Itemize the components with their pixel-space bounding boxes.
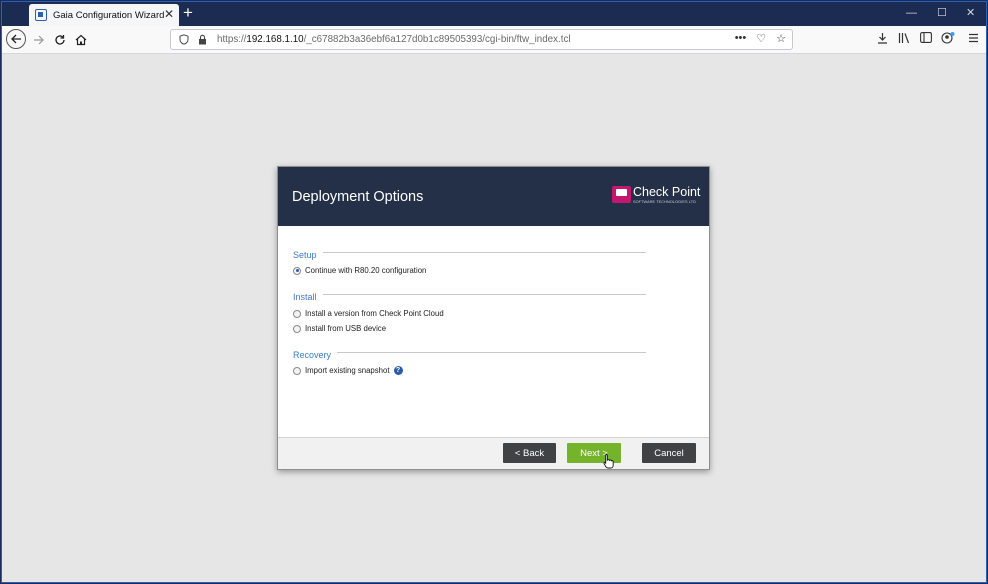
navigation-toolbar: https://192.168.1.10/_c67882b3a36ebf6a12… xyxy=(2,26,986,54)
address-bar[interactable]: https://192.168.1.10/_c67882b3a36ebf6a12… xyxy=(170,29,793,50)
hand-cursor-icon xyxy=(603,453,614,469)
section-divider xyxy=(293,352,646,353)
library-icon[interactable] xyxy=(898,32,911,47)
option-label: Import existing snapshot xyxy=(305,366,390,375)
option-continue-configuration[interactable]: Continue with R80.20 configuration xyxy=(293,266,426,275)
section-setup: Setup xyxy=(293,245,646,260)
reload-button[interactable] xyxy=(50,30,70,50)
help-icon[interactable]: ? xyxy=(393,366,403,375)
home-button[interactable] xyxy=(71,30,91,50)
back-button[interactable] xyxy=(6,29,26,49)
bookmark-star-icon[interactable]: ☆ xyxy=(776,32,786,45)
dialog-body: Setup Continue with R80.20 configuration… xyxy=(278,226,709,438)
downloads-icon[interactable] xyxy=(877,32,888,47)
account-icon[interactable] xyxy=(941,32,955,47)
back-button[interactable]: < Back xyxy=(503,443,556,463)
check-point-logo: Check Point SOFTWARE TECHNOLOGIES LTD xyxy=(612,186,700,204)
browser-window: Gaia Configuration Wizard ✕ + — ☐ ✕ http xyxy=(1,1,987,583)
new-tab-button[interactable]: + xyxy=(183,3,193,23)
tab-title: Gaia Configuration Wizard xyxy=(53,9,165,21)
reload-icon xyxy=(55,35,65,45)
section-label: Setup xyxy=(293,250,323,260)
option-install-from-cloud[interactable]: Install a version from Check Point Cloud xyxy=(293,309,444,318)
radio-button[interactable] xyxy=(293,266,301,275)
tab-bar: Gaia Configuration Wizard ✕ + — ☐ ✕ xyxy=(2,2,986,26)
page-actions-icon[interactable]: ••• xyxy=(735,32,747,45)
back-arrow-icon xyxy=(10,34,21,44)
url-text: https://192.168.1.10/_c67882b3a36ebf6a12… xyxy=(217,34,571,45)
dialog-footer: < Back Next > Cancel xyxy=(278,437,709,469)
url-host: 192.168.1.10 xyxy=(246,34,304,45)
dialog-header: Deployment Options Check Point SOFTWARE … xyxy=(278,167,709,226)
url-prefix: https:// xyxy=(217,34,247,45)
radio-button[interactable] xyxy=(293,366,301,375)
cancel-button[interactable]: Cancel xyxy=(642,443,696,463)
menu-icon[interactable] xyxy=(968,32,979,46)
section-label: Recovery xyxy=(293,350,338,360)
dialog-title: Deployment Options xyxy=(292,189,424,205)
section-install: Install xyxy=(293,287,646,302)
logo-sub-text: SOFTWARE TECHNOLOGIES LTD xyxy=(633,200,696,204)
deployment-options-dialog: Deployment Options Check Point SOFTWARE … xyxy=(277,166,710,470)
section-divider xyxy=(293,294,646,295)
section-label: Install xyxy=(293,292,323,302)
maximize-button[interactable]: ☐ xyxy=(937,6,947,20)
close-window-button[interactable]: ✕ xyxy=(966,6,975,20)
logo-main-text: Check Point xyxy=(633,185,701,199)
section-recovery: Recovery xyxy=(293,345,646,360)
option-import-snapshot[interactable]: Import existing snapshot ? xyxy=(293,366,403,375)
forward-button[interactable] xyxy=(28,30,48,50)
radio-button[interactable] xyxy=(293,309,301,318)
lock-icon[interactable] xyxy=(195,33,209,47)
section-divider xyxy=(293,252,646,253)
option-label: Install from USB device xyxy=(305,324,387,333)
url-path: /_c67882b3a36ebf6a127d0b1c89505393/cgi-b… xyxy=(303,34,571,45)
minimize-button[interactable]: — xyxy=(906,6,917,20)
option-label: Install a version from Check Point Cloud xyxy=(305,309,444,318)
tab-close-icon[interactable]: ✕ xyxy=(164,7,174,21)
pocket-icon[interactable]: ♡ xyxy=(756,32,766,45)
option-label: Continue with R80.20 configuration xyxy=(305,266,427,275)
home-icon xyxy=(75,34,87,46)
browser-tab[interactable]: Gaia Configuration Wizard ✕ xyxy=(29,4,179,26)
sidebar-icon[interactable] xyxy=(920,32,932,46)
radio-button[interactable] xyxy=(293,324,301,333)
shield-icon[interactable] xyxy=(177,33,191,47)
option-install-from-usb[interactable]: Install from USB device xyxy=(293,324,386,333)
page-favicon-icon xyxy=(35,9,47,21)
check-point-logo-icon xyxy=(612,186,631,203)
forward-arrow-icon xyxy=(33,35,44,45)
